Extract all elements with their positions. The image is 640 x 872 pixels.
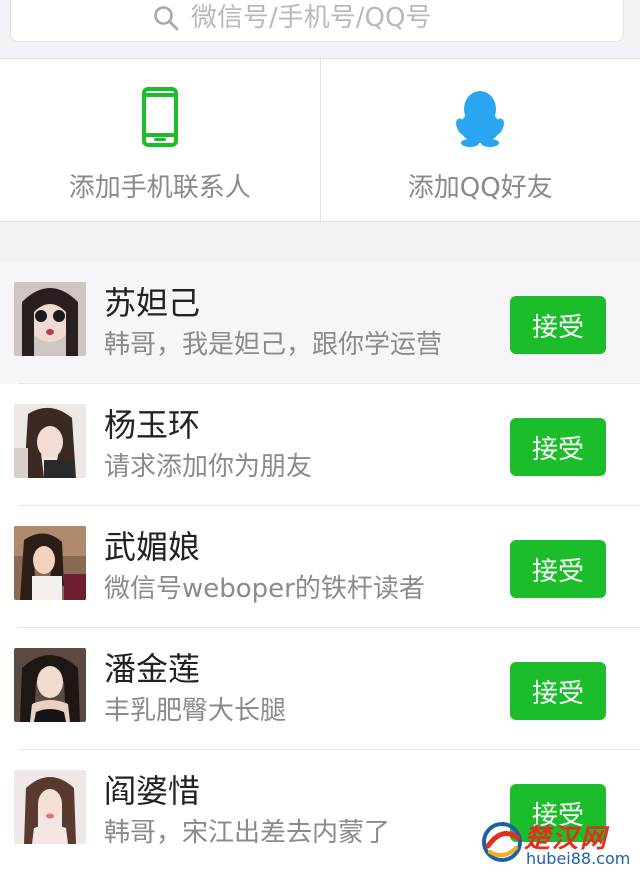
qq-penguin-icon xyxy=(456,89,504,147)
contact-name: 潘金莲 xyxy=(104,644,200,690)
avatar[interactable] xyxy=(14,282,86,356)
request-message: 韩哥，我是妲己，跟你学运营 xyxy=(104,324,442,361)
contact-name: 武媚娘 xyxy=(104,522,200,568)
add-qq-friends-label: 添加QQ好友 xyxy=(408,167,553,204)
search-box[interactable] xyxy=(10,0,624,42)
friend-request-row[interactable]: 潘金莲 丰乳肥臀大长腿 接受 xyxy=(0,628,640,750)
avatar[interactable] xyxy=(14,526,86,600)
watermark-logo-icon xyxy=(480,820,524,864)
request-message: 丰乳肥臀大长腿 xyxy=(104,690,286,727)
friend-request-list: 苏妲己 韩哥，我是妲己，跟你学运营 接受 杨玉环 请求添加你为朋友 接受 xyxy=(0,262,640,872)
accept-button[interactable]: 接受 xyxy=(510,540,606,598)
avatar[interactable] xyxy=(14,770,86,844)
accept-button[interactable]: 接受 xyxy=(510,418,606,476)
phone-icon xyxy=(142,87,178,147)
add-phone-contacts-label: 添加手机联系人 xyxy=(69,167,251,204)
site-watermark: 楚汉网 hubei88.com xyxy=(480,818,640,868)
accept-button[interactable]: 接受 xyxy=(510,296,606,354)
friend-request-row[interactable]: 武媚娘 微信号weboper的铁杆读者 接受 xyxy=(0,506,640,628)
request-message: 微信号weboper的铁杆读者 xyxy=(104,568,425,605)
contact-name: 阎婆惜 xyxy=(104,766,200,812)
search-icon xyxy=(153,5,179,31)
contact-name: 苏妲己 xyxy=(104,278,200,324)
contact-name: 杨玉环 xyxy=(104,400,200,446)
accept-button[interactable]: 接受 xyxy=(510,662,606,720)
request-message: 韩哥，宋江出差去内蒙了 xyxy=(104,812,390,849)
add-phone-contacts-button[interactable]: 添加手机联系人 xyxy=(0,59,321,221)
friend-request-row[interactable]: 杨玉环 请求添加你为朋友 接受 xyxy=(0,384,640,506)
search-area xyxy=(0,0,640,58)
avatar[interactable] xyxy=(14,404,86,478)
search-input[interactable] xyxy=(191,3,481,33)
watermark-url: hubei88.com xyxy=(526,849,630,868)
phone-icon-box xyxy=(142,87,178,147)
friend-request-row[interactable]: 苏妲己 韩哥，我是妲己，跟你学运营 接受 xyxy=(0,262,640,384)
avatar[interactable] xyxy=(14,648,86,722)
add-qq-friends-button[interactable]: 添加QQ好友 xyxy=(321,59,640,221)
qq-icon-box xyxy=(456,87,504,147)
request-message: 请求添加你为朋友 xyxy=(104,446,312,483)
add-options-panel: 添加手机联系人 添加QQ好友 xyxy=(0,58,640,222)
